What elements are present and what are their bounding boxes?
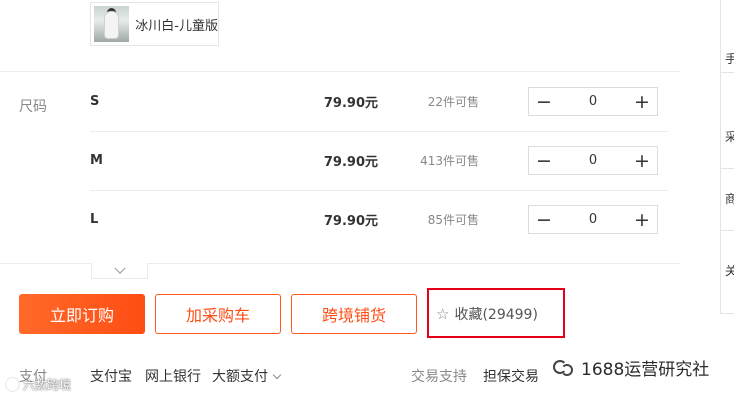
side-panel-text[interactable]: 手	[725, 50, 734, 67]
sku-size: L	[90, 211, 99, 227]
star-outline-icon: ☆	[436, 304, 450, 323]
increase-button[interactable]: +	[627, 147, 657, 174]
sku-price: 79.90元	[323, 154, 378, 170]
quantity-stepper: − 0 +	[528, 87, 658, 116]
favorite-label: 收藏(29499)	[454, 307, 538, 323]
add-to-cart-button[interactable]: 加采购车	[155, 294, 281, 334]
sku-price: 79.90元	[323, 213, 378, 229]
side-panel-text[interactable]: 关	[725, 262, 734, 279]
variant-label: 冰川白-儿童版	[135, 18, 218, 34]
divider	[720, 230, 734, 231]
trade-support-option: 担保交易	[483, 369, 539, 385]
quantity-stepper: − 0 +	[528, 146, 658, 175]
quantity-input[interactable]: 0	[559, 153, 627, 168]
sku-stock: 413件可售	[420, 153, 479, 168]
side-panel-text[interactable]: 采	[725, 128, 734, 145]
expand-toggle[interactable]	[91, 262, 148, 279]
chevron-down-icon	[272, 370, 282, 380]
color-variant-chip[interactable]: 冰川白-儿童版	[90, 2, 219, 46]
watermark-text: 六数跨境	[23, 378, 72, 392]
sku-price: 79.90元	[323, 95, 378, 111]
sku-row-s: S 79.90元 22件可售 − 0 +	[0, 72, 680, 130]
quantity-input[interactable]: 0	[559, 212, 627, 227]
sku-row-l: L 79.90元 85件可售 − 0 +	[0, 190, 680, 248]
decrease-button[interactable]: −	[529, 206, 559, 233]
chevron-down-icon	[113, 262, 126, 274]
side-panel-text[interactable]: 商	[725, 190, 734, 207]
sku-stock: 85件可售	[427, 212, 479, 227]
divider	[720, 168, 734, 169]
watermark: 1688运营研究社	[553, 355, 709, 380]
quantity-stepper: − 0 +	[528, 205, 658, 234]
payment-option-large-amount[interactable]: 大额支付	[212, 366, 282, 386]
sku-stock: 22件可售	[427, 94, 479, 109]
sku-size: M	[90, 152, 103, 168]
payment-option-label: 大额支付	[212, 369, 268, 385]
payment-option-online-bank[interactable]: 网上银行	[145, 366, 201, 386]
cross-border-distribute-button[interactable]: 跨境铺货	[291, 294, 417, 334]
favorite-button[interactable]: ☆ 收藏(29499)	[436, 304, 538, 324]
trade-support-label: 交易支持	[411, 369, 467, 385]
watermark-text: 1688运营研究社	[581, 360, 710, 380]
increase-button[interactable]: +	[627, 88, 657, 115]
watermark: 六数跨境	[6, 376, 71, 393]
sku-row-m: M 79.90元 413件可售 − 0 +	[0, 131, 680, 189]
variant-thumbnail	[94, 6, 130, 42]
divider	[720, 72, 734, 73]
decrease-button[interactable]: −	[529, 147, 559, 174]
watermark-logo-icon	[6, 378, 19, 391]
sku-size: S	[90, 93, 100, 109]
wechat-logo-icon	[553, 357, 575, 379]
buy-now-button[interactable]: 立即订购	[19, 294, 145, 334]
decrease-button[interactable]: −	[529, 88, 559, 115]
increase-button[interactable]: +	[627, 206, 657, 233]
payment-option-alipay[interactable]: 支付宝	[90, 366, 132, 386]
quantity-input[interactable]: 0	[559, 94, 627, 109]
